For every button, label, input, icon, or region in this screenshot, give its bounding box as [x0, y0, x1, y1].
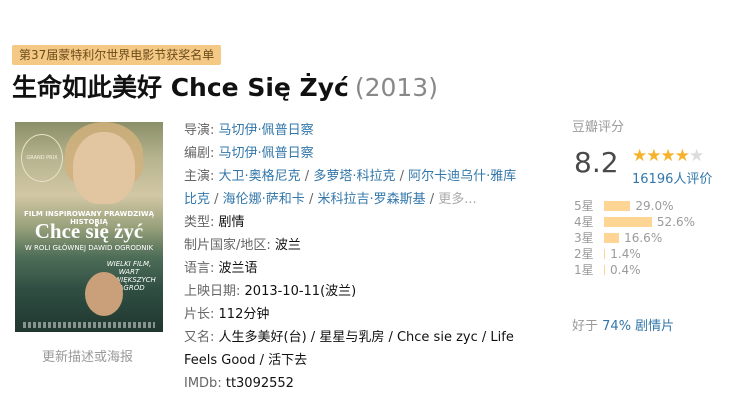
rating-percent: 0.4%: [610, 263, 641, 277]
aka-value-continued: Feels Good / 活下去: [184, 353, 308, 368]
rating-row-label: 5星: [574, 199, 594, 213]
genre-label: 类型:: [184, 215, 215, 230]
rating-percent: 1.4%: [610, 247, 641, 261]
rating-row-label: 2星: [574, 247, 594, 261]
rating-row: 3星 16.6%: [574, 230, 749, 246]
runtime-row: 片长: 112分钟: [184, 303, 554, 326]
rating-votes-link[interactable]: 16196人评价: [632, 168, 712, 187]
country-label: 制片国家/地区:: [184, 238, 271, 253]
writer-label: 编剧:: [184, 146, 215, 161]
cast-link[interactable]: 海伦娜·萨和卡: [223, 192, 305, 207]
cast-row: 主演: 大卫·奥格尼克 / 多萝塔·科拉克 / 阿尔卡迪乌什·雅库: [184, 169, 517, 184]
cast-link[interactable]: 大卫·奥格尼克: [219, 169, 301, 184]
rating-bar: [604, 249, 606, 259]
rating-row-label: 4星: [574, 215, 594, 229]
aka-value: 人生多美好(台) / 星星与乳房 / Chce sie zyc / Life: [218, 330, 514, 345]
poster-starring: W ROLI GŁÓWNEJ DAWID OGRODNIK: [24, 244, 154, 252]
rating-stars: ★★★★★: [632, 146, 704, 166]
country-value: 波兰: [274, 238, 301, 253]
genre-value: 剧情: [218, 215, 245, 230]
aka-row: 又名: 人生多美好(台) / 星星与乳房 / Chce sie zyc / Li…: [184, 326, 554, 349]
cast-label: 主演:: [184, 169, 215, 184]
rating-row-label: 3星: [574, 231, 594, 245]
rating-distribution: 5星 29.0% 4星 52.6% 3星 16.6% 2星 1.4% 1星 0.4%: [574, 198, 749, 278]
runtime-label: 片长:: [184, 307, 215, 322]
rating-percent: 29.0%: [635, 199, 674, 213]
poster-credits: [23, 322, 155, 328]
aka-label: 又名:: [184, 330, 215, 345]
festival-badge[interactable]: 第37届蒙特利尔世界电影节获奖名单: [12, 45, 222, 65]
release-row: 上映日期: 2013-10-11(波兰): [184, 280, 554, 303]
rating-bar: [604, 201, 631, 211]
cast-link[interactable]: 阿尔卡迪乌什·雅库: [408, 169, 516, 184]
movie-year: (2013): [354, 73, 438, 102]
rating-bar: [604, 233, 620, 243]
update-description-link[interactable]: 更新描述或海报: [42, 346, 133, 365]
cast-link[interactable]: 比克: [184, 192, 210, 207]
cast-link[interactable]: 米科拉吉·罗森斯基: [317, 192, 425, 207]
genre-row: 类型: 剧情: [184, 211, 554, 234]
language-row: 语言: 波兰语: [184, 257, 554, 280]
imdb-value: tt3092552: [225, 376, 294, 391]
aka-row-continued: Feels Good / 活下去: [184, 349, 554, 372]
rating-percent: 52.6%: [656, 215, 695, 229]
rating-bar: [604, 217, 652, 227]
rating-label: 豆瓣评分: [572, 120, 625, 135]
rating-row-label: 1星: [574, 263, 594, 277]
cast-row-continued: 比克 / 海伦娜·萨和卡 / 米科拉吉·罗森斯基 / 更多...: [184, 192, 477, 207]
movie-title: 生命如此美好 Chce Się Żyć: [12, 73, 349, 102]
poster-face: [73, 132, 135, 204]
better-than-link[interactable]: 74% 剧情片: [602, 319, 674, 334]
rating-row: 4星 52.6%: [574, 214, 749, 230]
poster-film-title: Chce się żyć: [34, 219, 144, 243]
rating-score: 8.2: [574, 146, 619, 179]
runtime-value: 112分钟: [218, 307, 270, 322]
star-icon: ★: [689, 146, 704, 166]
writer-link[interactable]: 马切伊·佩普日察: [219, 146, 314, 161]
rating-row: 1星 0.4%: [574, 262, 749, 278]
cast-link[interactable]: 多萝塔·科拉克: [313, 169, 395, 184]
director-row: 导演: 马切伊·佩普日察: [184, 119, 554, 142]
star-icon: ★: [646, 146, 661, 166]
director-link[interactable]: 马切伊·佩普日察: [219, 123, 314, 138]
director-label: 导演:: [184, 123, 215, 138]
poster-face-2: [85, 272, 123, 316]
page-title: 生命如此美好 Chce Się Żyć (2013): [12, 71, 438, 105]
release-value: 2013-10-11(波兰): [244, 284, 357, 299]
rating-bar: [604, 265, 605, 275]
star-icon: ★: [674, 146, 690, 166]
country-row: 制片国家/地区: 波兰: [184, 234, 554, 257]
better-than: 好于 74% 剧情片: [572, 315, 674, 334]
more-cast-link[interactable]: 更多...: [438, 192, 476, 207]
rating-row: 5星 29.0%: [574, 198, 749, 214]
writer-row: 编剧: 马切伊·佩普日察: [184, 142, 554, 165]
imdb-row: IMDb: tt3092552: [184, 372, 554, 395]
star-icon: ★: [632, 146, 647, 166]
movie-info: 导演: 马切伊·佩普日察 编剧: 马切伊·佩普日察 主演: 大卫·奥格尼克 / …: [184, 119, 554, 395]
rating-percent: 16.6%: [624, 231, 663, 245]
language-label: 语言:: [184, 261, 215, 276]
star-icon: ★: [660, 146, 676, 166]
better-than-prefix: 好于: [572, 319, 599, 334]
award-laurel-icon: GRAND PRIX: [21, 134, 63, 182]
rating-row: 2星 1.4%: [574, 246, 749, 262]
movie-poster[interactable]: GRAND PRIX FILM INSPIROWANY PRAWDZIWĄ HI…: [15, 122, 163, 332]
poster-award: GRAND PRIX: [26, 155, 58, 161]
language-value: 波兰语: [218, 261, 258, 276]
release-label: 上映日期:: [184, 284, 241, 299]
imdb-label: IMDb:: [184, 376, 222, 391]
rating-panel: 豆瓣评分 8.2 ★★★★★ 16196人评价 5星 29.0% 4星 52.6% 3星…: [572, 116, 747, 277]
